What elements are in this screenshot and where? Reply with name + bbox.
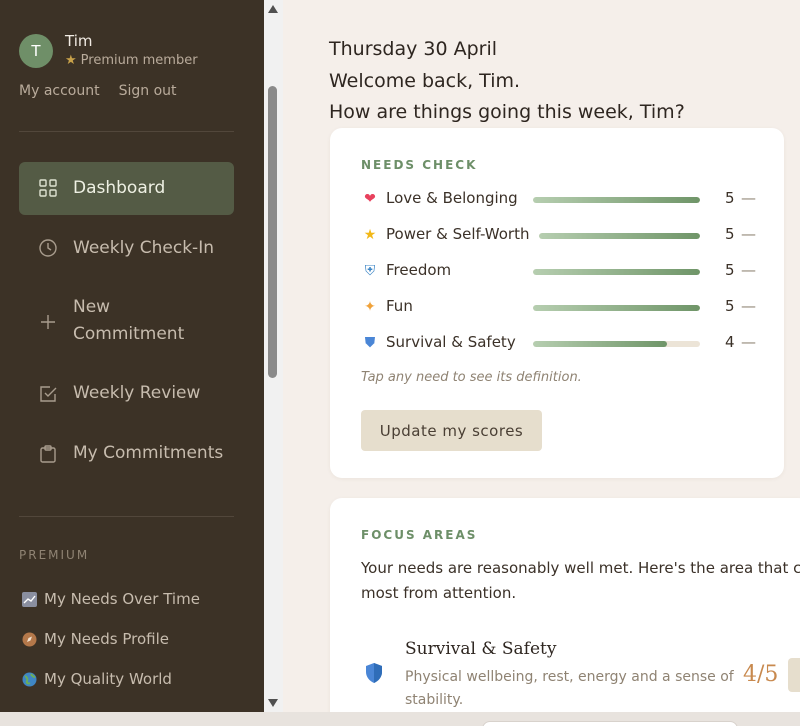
need-score-fill: [533, 269, 700, 275]
need-score-fill: [533, 341, 667, 347]
need-row[interactable]: ⛨ Freedom 5 —: [361, 260, 761, 282]
need-score-bar: [533, 269, 700, 275]
needs-check-title: NEEDS CHECK: [361, 158, 478, 172]
nav-my-commitments[interactable]: My Commitments: [19, 431, 234, 477]
need-row[interactable]: ⛊ Survival & Safety 4 —: [361, 332, 761, 354]
nav-label: My Needs Over Time: [44, 590, 200, 608]
membership-label: Premium member: [80, 53, 198, 68]
focus-areas-title: FOCUS AREAS: [361, 528, 478, 542]
avatar[interactable]: T: [19, 34, 53, 68]
main-content: Thursday 30 April Welcome back, Tim. How…: [283, 0, 800, 712]
need-trend: —: [741, 297, 756, 315]
need-score: 4: [725, 333, 735, 351]
need-score: 5: [725, 189, 735, 207]
chart-icon: [21, 591, 37, 607]
current-date: Thursday 30 April: [329, 38, 498, 60]
account-links: My account Sign out: [19, 83, 177, 99]
shield-icon: [364, 662, 384, 689]
need-row[interactable]: ★ Power & Self-Worth 5 —: [361, 224, 761, 246]
nav-dashboard[interactable]: Dashboard: [19, 162, 234, 215]
need-score-bar: [533, 305, 700, 311]
shield-icon: ⛊: [364, 335, 376, 351]
compass-icon: [21, 631, 37, 647]
need-score-fill: [539, 233, 700, 239]
window-bottom-strip: [0, 712, 800, 726]
scroll-up-arrow-icon[interactable]: [268, 5, 278, 13]
need-trend: —: [741, 225, 756, 243]
nav-weekly-check-in[interactable]: Weekly Check-In: [19, 226, 234, 272]
focus-intro: Your needs are reasonably well met. Here…: [361, 556, 800, 606]
focus-area-score: 4/5: [743, 662, 779, 687]
nav-label: My Needs Profile: [44, 630, 170, 648]
need-score: 5: [725, 261, 735, 279]
freedom-icon: ⛨: [364, 263, 376, 279]
need-label: Survival & Safety: [386, 333, 516, 351]
focus-areas-card: FOCUS AREAS Your needs are reasonably we…: [330, 498, 800, 712]
nav-label: Dashboard: [73, 178, 166, 198]
bottom-tab[interactable]: [482, 721, 738, 726]
nav-label: My Quality World: [44, 670, 172, 688]
need-label: Freedom: [386, 261, 452, 279]
nav-quality-world[interactable]: My Quality World: [21, 670, 172, 688]
user-profile: T Tim ★ Premium member: [19, 33, 198, 69]
need-score-bar: [533, 341, 700, 347]
need-score-bar: [533, 197, 700, 203]
membership-badge: ★ Premium member: [65, 52, 198, 69]
nav-label: Weekly Check-In: [73, 238, 214, 258]
clock-icon: [38, 238, 58, 258]
nav-label: New Commitment: [73, 297, 185, 344]
globe-icon: [21, 671, 37, 687]
nav-weekly-review[interactable]: Weekly Review: [19, 371, 234, 417]
focus-area-description: Physical wellbeing, rest, energy and a s…: [405, 669, 734, 708]
checkbox-icon: [38, 384, 58, 404]
sidebar: T Tim ★ Premium member My account Sign o…: [0, 0, 264, 726]
needs-check-card: NEEDS CHECK ❤ Love & Belonging 5 — ★ Pow…: [330, 128, 784, 478]
need-label: Power & Self-Worth: [386, 225, 530, 243]
focus-intro-line: most from attention.: [361, 584, 517, 602]
update-scores-button[interactable]: Update my scores: [361, 410, 542, 451]
welcome-message: Welcome back, Tim.: [329, 70, 521, 92]
scroll-down-arrow-icon[interactable]: [268, 699, 278, 707]
my-account-link[interactable]: My account: [19, 83, 100, 99]
sparkle-icon: ✦: [364, 299, 376, 315]
premium-heading: PREMIUM: [19, 548, 90, 562]
nav-label: My Commitments: [73, 443, 224, 463]
need-score-bar: [539, 233, 700, 239]
grid-icon: [38, 178, 58, 198]
heart-icon: ❤: [364, 191, 376, 207]
nav-needs-over-time[interactable]: My Needs Over Time: [21, 590, 200, 608]
need-row[interactable]: ✦ Fun 5 —: [361, 296, 761, 318]
divider: [19, 131, 234, 132]
need-score: 5: [725, 225, 735, 243]
need-score-fill: [533, 305, 700, 311]
weekly-prompt: How are things going this week, Tim?: [329, 101, 685, 123]
user-name: Tim: [65, 32, 93, 50]
sidebar-scrollbar[interactable]: [264, 0, 283, 712]
clipboard-icon: [38, 444, 58, 464]
nav-label: Weekly Review: [73, 383, 201, 403]
need-trend: —: [741, 333, 756, 351]
star-icon: ★: [363, 227, 377, 243]
focus-area-name: Survival & Safety: [405, 639, 557, 659]
sign-out-link[interactable]: Sign out: [119, 83, 177, 99]
divider: [19, 516, 234, 517]
need-score-fill: [533, 197, 700, 203]
star-icon: ★: [65, 53, 77, 68]
nav-new-commitment[interactable]: New Commitment: [19, 290, 234, 354]
nav-needs-profile[interactable]: My Needs Profile: [21, 630, 169, 648]
need-row[interactable]: ❤ Love & Belonging 5 —: [361, 188, 761, 210]
need-trend: —: [741, 189, 756, 207]
plus-icon: [38, 312, 58, 332]
scrollbar-thumb[interactable]: [268, 86, 277, 378]
focus-intro-line: Your needs are reasonably well met. Here…: [361, 559, 800, 577]
focus-action-button[interactable]: [788, 658, 800, 692]
need-trend: —: [741, 261, 756, 279]
needs-hint: Tap any need to see its definition.: [361, 370, 582, 385]
need-score: 5: [725, 297, 735, 315]
need-label: Fun: [386, 297, 413, 315]
need-label: Love & Belonging: [386, 189, 518, 207]
